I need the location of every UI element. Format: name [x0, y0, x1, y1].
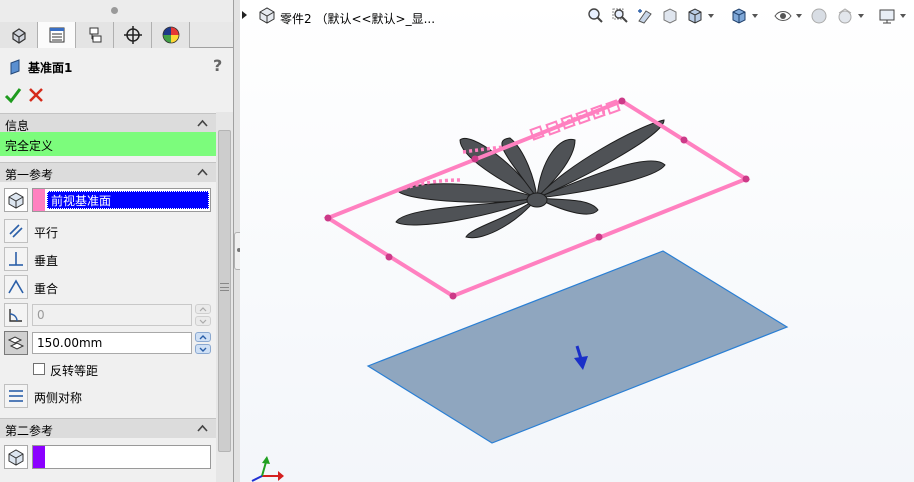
apply-scene-icon	[838, 8, 852, 24]
coincident-button[interactable]	[4, 275, 28, 299]
expand-tree-arrow[interactable]	[242, 11, 247, 19]
offset-distance-input[interactable]: 150.00mm	[32, 332, 192, 354]
first-reference-selection-box[interactable]: 前视基准面	[32, 188, 211, 212]
coincident-label: 重合	[34, 282, 59, 296]
spin-up-icon[interactable]	[195, 304, 211, 314]
feature-title-row: 基准面1 ?	[0, 52, 233, 80]
mid-plane-icon	[9, 390, 23, 402]
zoom-to-area-icon	[612, 8, 628, 23]
property-manager-tab[interactable]	[38, 22, 76, 48]
manager-tabs	[0, 22, 233, 48]
offset-distance-spinner[interactable]	[195, 332, 211, 354]
display-style-caret[interactable]	[752, 14, 758, 18]
first-reference-selection[interactable]: 前视基准面	[47, 191, 209, 209]
parallel-label: 平行	[34, 226, 59, 240]
feature-manager-tab[interactable]	[0, 22, 38, 48]
perpendicular-icon	[9, 252, 23, 266]
angle-icon	[9, 309, 22, 322]
hide-show-items-icon	[774, 11, 792, 21]
first-reference-header[interactable]: 第一参考	[0, 162, 216, 182]
mid-plane-button[interactable]	[4, 384, 28, 408]
hide-show-items-button[interactable]	[772, 5, 794, 27]
second-reference-color-swatch	[33, 446, 45, 468]
property-manager-panel: 基准面1 ? 信息 完全定义 第一参考 前视基准面 平行 垂直 重合 0 150…	[0, 0, 234, 482]
display-style-icon	[732, 8, 746, 24]
second-reference-header[interactable]: 第二参考	[0, 418, 216, 438]
parallel-icon	[9, 224, 23, 238]
view-settings-caret[interactable]	[900, 14, 906, 18]
reference-entity-icon-2	[4, 445, 28, 469]
perpendicular-label: 垂直	[34, 254, 59, 268]
zoom-to-fit-icon	[588, 8, 603, 23]
first-reference-color-swatch	[33, 189, 45, 211]
chevron-up-icon	[197, 424, 208, 432]
angle-button[interactable]	[4, 303, 28, 327]
property-manager-icon	[49, 27, 64, 43]
configuration-manager-tab[interactable]	[76, 22, 114, 48]
offset-distance-icon	[7, 336, 25, 350]
view-orientation-button[interactable]	[684, 5, 706, 27]
message-section-header[interactable]: 信息	[0, 113, 216, 133]
help-button[interactable]: ?	[213, 56, 222, 75]
status-text: 完全定义	[5, 139, 54, 153]
apply-scene-caret[interactable]	[858, 14, 864, 18]
mid-plane-label: 两侧对称	[34, 391, 83, 405]
angle-spinner[interactable]	[195, 304, 211, 326]
edit-appearance-icon	[811, 8, 827, 24]
hide-show-caret[interactable]	[796, 14, 802, 18]
second-reference-label: 第二参考	[5, 424, 54, 438]
graphics-area[interactable]: 零件2 （默认<<默认>_显...	[240, 0, 914, 482]
edit-appearance-button[interactable]	[808, 5, 830, 27]
plane-entity-icon	[8, 192, 24, 209]
view-settings-icon	[879, 9, 895, 24]
panel-scroll-thumb[interactable]	[218, 130, 231, 452]
plane-entity-icon	[8, 449, 24, 466]
first-reference-label: 第一参考	[5, 168, 54, 182]
section-view-button[interactable]	[659, 5, 681, 27]
spin-down-icon[interactable]	[195, 344, 211, 354]
x-icon	[29, 88, 43, 102]
panel-grip[interactable]	[0, 0, 233, 22]
scroll-grip	[220, 283, 229, 291]
model-scene[interactable]	[240, 0, 914, 482]
coincident-icon	[8, 279, 24, 294]
feature-manager-icon	[11, 28, 26, 44]
cancel-button[interactable]	[27, 86, 45, 104]
previous-view-icon	[638, 9, 652, 24]
checkmark-icon	[4, 88, 22, 104]
flip-offset-label: 反转等距	[50, 364, 99, 378]
ok-button[interactable]	[4, 86, 22, 104]
reference-entity-icon-1	[4, 188, 28, 212]
spin-down-icon[interactable]	[195, 316, 211, 326]
second-reference-selection-box[interactable]	[32, 445, 211, 469]
view-settings-button[interactable]	[876, 5, 898, 27]
part-icon	[259, 7, 275, 24]
view-orientation-icon	[688, 8, 702, 24]
feature-title: 基准面1	[28, 61, 73, 75]
view-orientation-caret[interactable]	[708, 14, 714, 18]
status-message: 完全定义	[0, 132, 216, 156]
document-title[interactable]: 零件2 （默认<<默认>_显...	[280, 10, 435, 27]
configuration-manager-icon	[89, 27, 101, 43]
display-style-button[interactable]	[728, 5, 750, 27]
zoom-to-fit-button[interactable]	[584, 5, 606, 27]
dimxpert-icon	[123, 26, 142, 44]
perpendicular-button[interactable]	[4, 247, 28, 271]
parallel-button[interactable]	[4, 219, 28, 243]
spin-up-icon[interactable]	[195, 332, 211, 342]
flip-offset-checkbox[interactable]	[33, 363, 45, 375]
plane-feature-icon	[10, 59, 20, 75]
chevron-up-icon	[197, 168, 208, 176]
zoom-to-area-button[interactable]	[609, 5, 631, 27]
chevron-up-icon	[197, 119, 208, 127]
section-view-icon	[663, 8, 677, 24]
apply-scene-button[interactable]	[834, 5, 856, 27]
dimxpert-tab[interactable]	[114, 22, 152, 48]
display-manager-tab[interactable]	[152, 22, 190, 48]
offset-distance-button[interactable]	[4, 331, 28, 355]
angle-input[interactable]: 0	[32, 304, 192, 326]
display-manager-icon	[162, 26, 179, 44]
previous-view-button[interactable]	[634, 5, 656, 27]
